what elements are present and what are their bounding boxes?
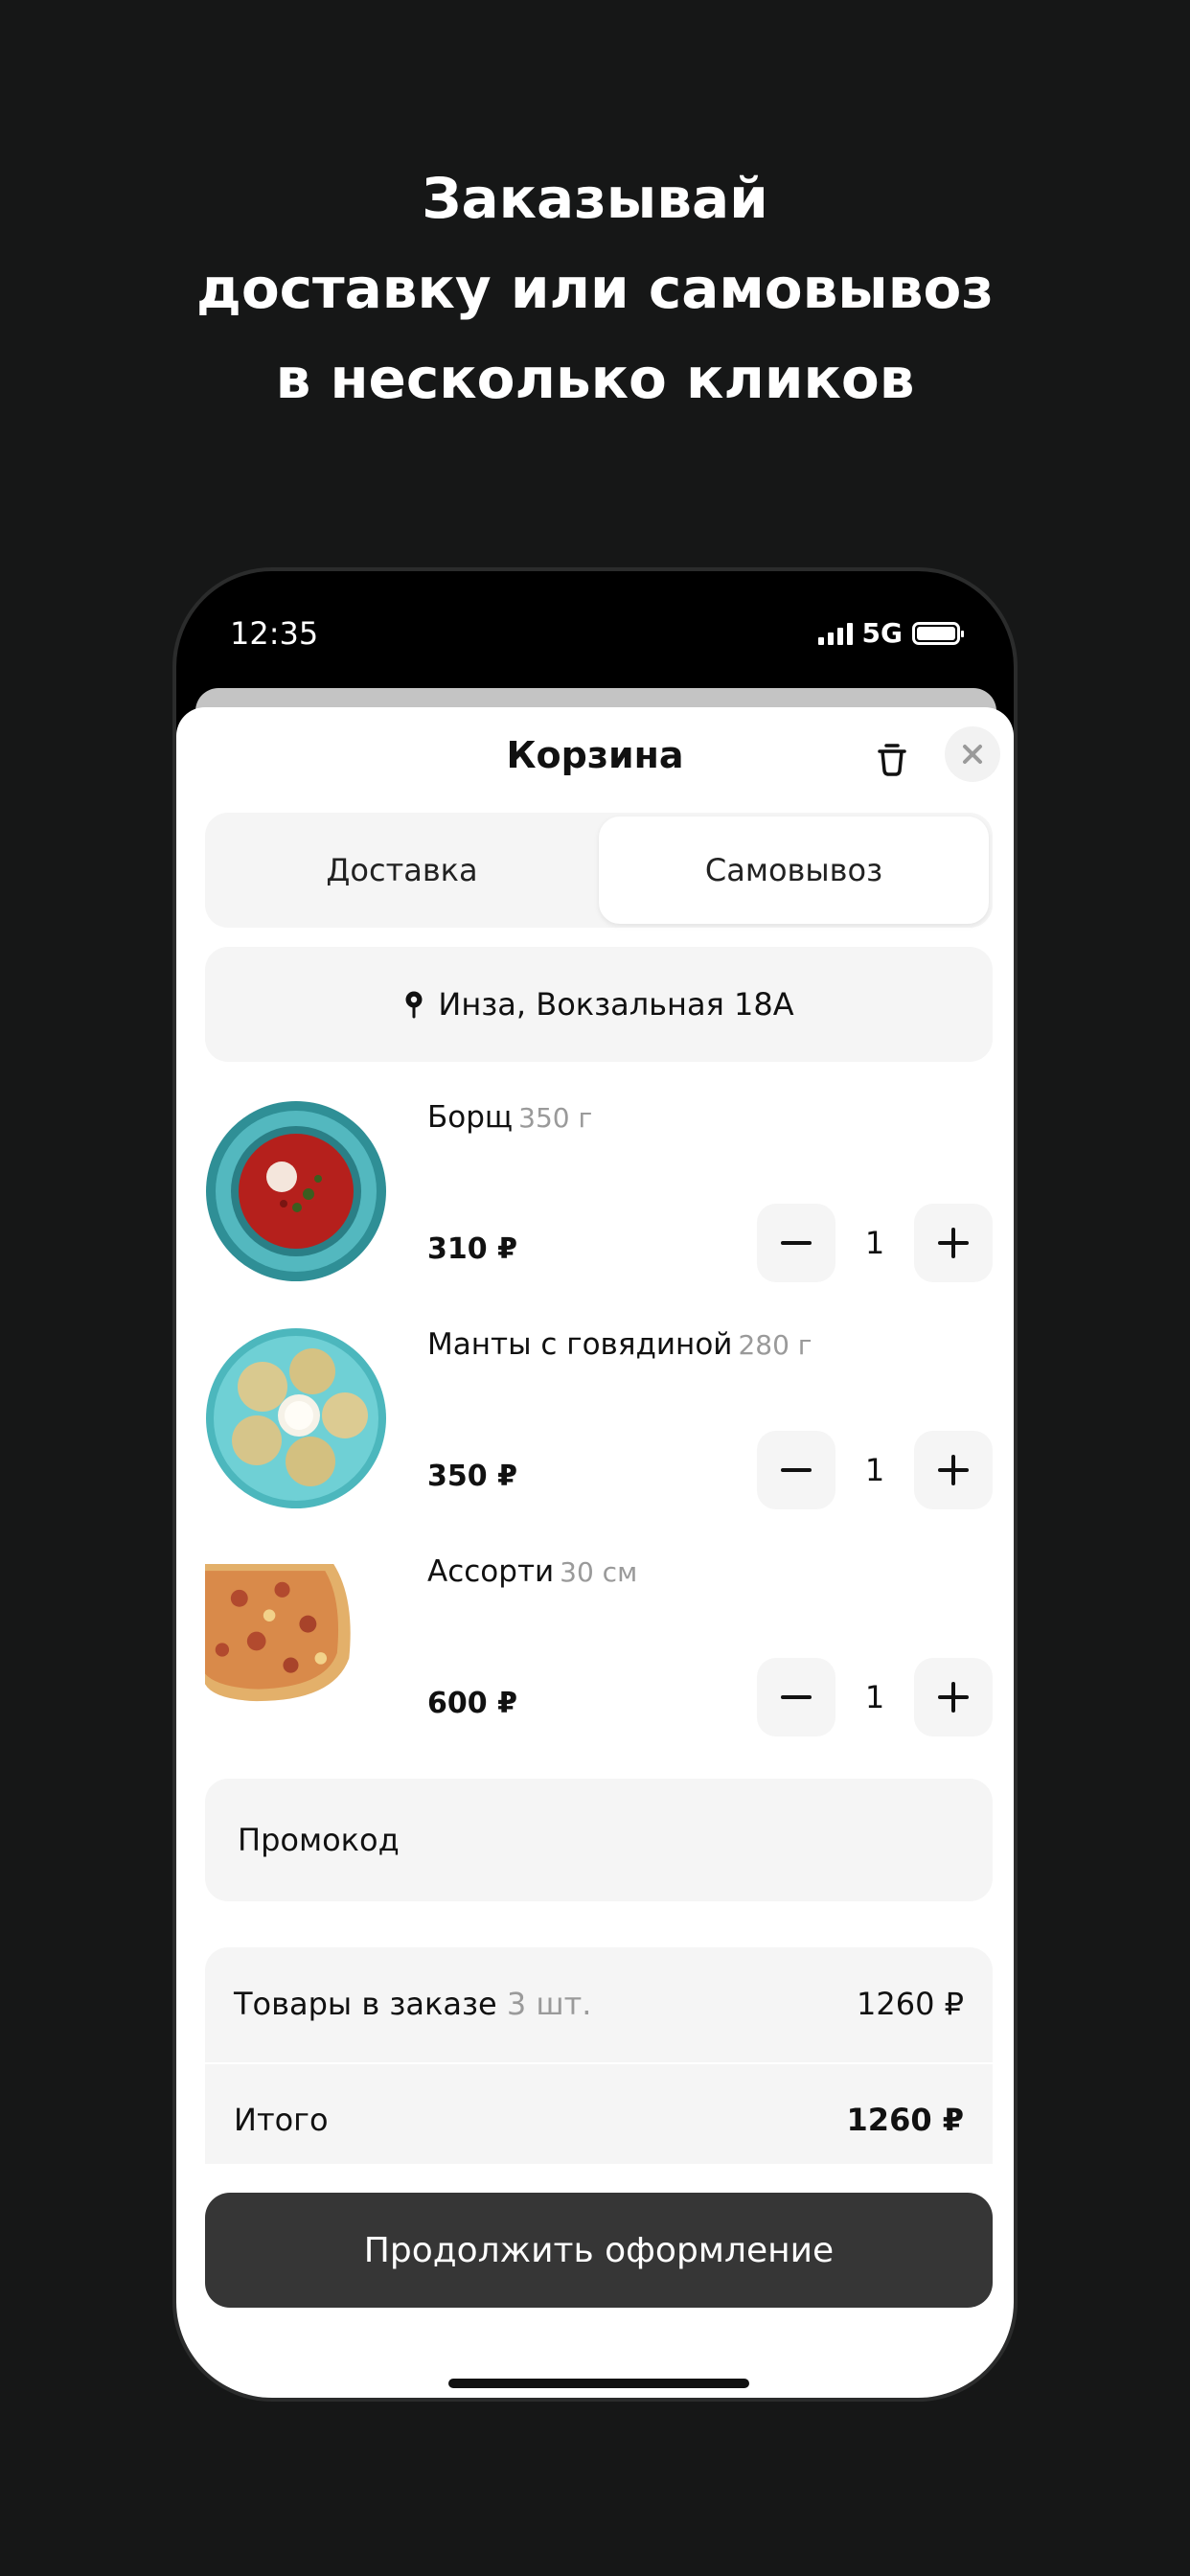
item-name: Ассорти 30 см: [427, 1554, 637, 1589]
pizza-icon: [205, 1564, 351, 1702]
headline-line-3: в несколько кликов: [275, 346, 915, 411]
status-time: 12:35: [230, 615, 319, 652]
increase-quantity-button[interactable]: [914, 1204, 993, 1282]
total-label: Итого: [234, 2102, 329, 2138]
decrease-quantity-button[interactable]: [757, 1431, 835, 1509]
borscht-dish-icon: [206, 1101, 386, 1281]
items-total: 1260 ₽: [857, 1986, 964, 2022]
decrease-quantity-button[interactable]: [757, 1658, 835, 1736]
close-icon: [963, 745, 982, 764]
headline-line-1: Заказывай: [422, 166, 768, 231]
item-quantity: 1: [864, 1452, 885, 1488]
promo-code-placeholder: Промокод: [238, 1822, 400, 1858]
item-weight: 350 г: [518, 1102, 593, 1134]
trash-icon: [878, 744, 906, 776]
clear-cart-button[interactable]: [868, 734, 916, 782]
cart-item: Борщ 350 г 310 ₽ 1: [176, 1081, 1014, 1282]
item-name: Борщ 350 г: [427, 1100, 592, 1135]
increase-quantity-button[interactable]: [914, 1658, 993, 1736]
item-weight: 30 см: [560, 1556, 638, 1588]
item-title: Ассорти: [427, 1554, 555, 1589]
delivery-mode-toggle: Доставка Самовывоз: [205, 813, 993, 928]
cellular-signal-icon: [817, 622, 853, 645]
item-price: 600 ₽: [427, 1687, 517, 1720]
network-type: 5G: [861, 617, 903, 649]
continue-checkout-button[interactable]: Продолжить оформление: [205, 2193, 993, 2308]
manti-dish-icon: [206, 1328, 386, 1508]
item-quantity: 1: [864, 1225, 885, 1261]
location-pin-icon: [405, 991, 423, 1019]
close-button[interactable]: [945, 726, 1000, 782]
summary-items-row: Товары в заказе 3 шт. 1260 ₽: [205, 1947, 993, 2060]
headline-line-2: доставку или самовывоз: [195, 256, 995, 321]
home-indicator: [448, 2379, 749, 2388]
tab-delivery[interactable]: Доставка: [205, 813, 599, 928]
items-count: 3 шт.: [506, 1986, 592, 2022]
cart-sheet: Корзина Доставка Самовывоз Инза, Вокзаль…: [176, 707, 1014, 2398]
cart-item: Ассорти 30 см 600 ₽ 1: [176, 1535, 1014, 1736]
item-price: 310 ₽: [427, 1232, 517, 1266]
summary-items-label: Товары в заказе 3 шт.: [234, 1986, 591, 2022]
item-quantity: 1: [864, 1679, 885, 1715]
increase-quantity-button[interactable]: [914, 1431, 993, 1509]
item-title: Борщ: [427, 1100, 514, 1135]
status-indicators: 5G: [817, 617, 964, 649]
cart-item: Манты с говядиной 280 г 350 ₽ 1: [176, 1308, 1014, 1509]
items-label-text: Товары в заказе: [234, 1986, 497, 2022]
item-price: 350 ₽: [427, 1460, 517, 1493]
promo-headline: Заказывай доставку или самовывоз в неско…: [0, 153, 1190, 424]
item-name: Манты с говядиной 280 г: [427, 1327, 812, 1362]
address-text: Инза, Вокзальная 18А: [438, 986, 794, 1023]
battery-icon: [912, 621, 964, 645]
item-title: Манты с говядиной: [427, 1327, 733, 1362]
order-summary: Товары в заказе 3 шт. 1260 ₽ Итого 1260 …: [205, 1947, 993, 2164]
item-weight: 280 г: [738, 1329, 812, 1361]
promo-code-field[interactable]: Промокод: [205, 1779, 993, 1901]
order-total: 1260 ₽: [846, 2102, 964, 2138]
decrease-quantity-button[interactable]: [757, 1204, 835, 1282]
status-bar: 12:35 5G: [176, 571, 1014, 686]
tab-pickup[interactable]: Самовывоз: [599, 816, 989, 924]
summary-total-row: Итого 1260 ₽: [205, 2062, 993, 2164]
pickup-address[interactable]: Инза, Вокзальная 18А: [205, 947, 993, 1062]
phone-frame: 12:35 5G Корзина Доставка Самовывоз Инза…: [172, 567, 1018, 2402]
